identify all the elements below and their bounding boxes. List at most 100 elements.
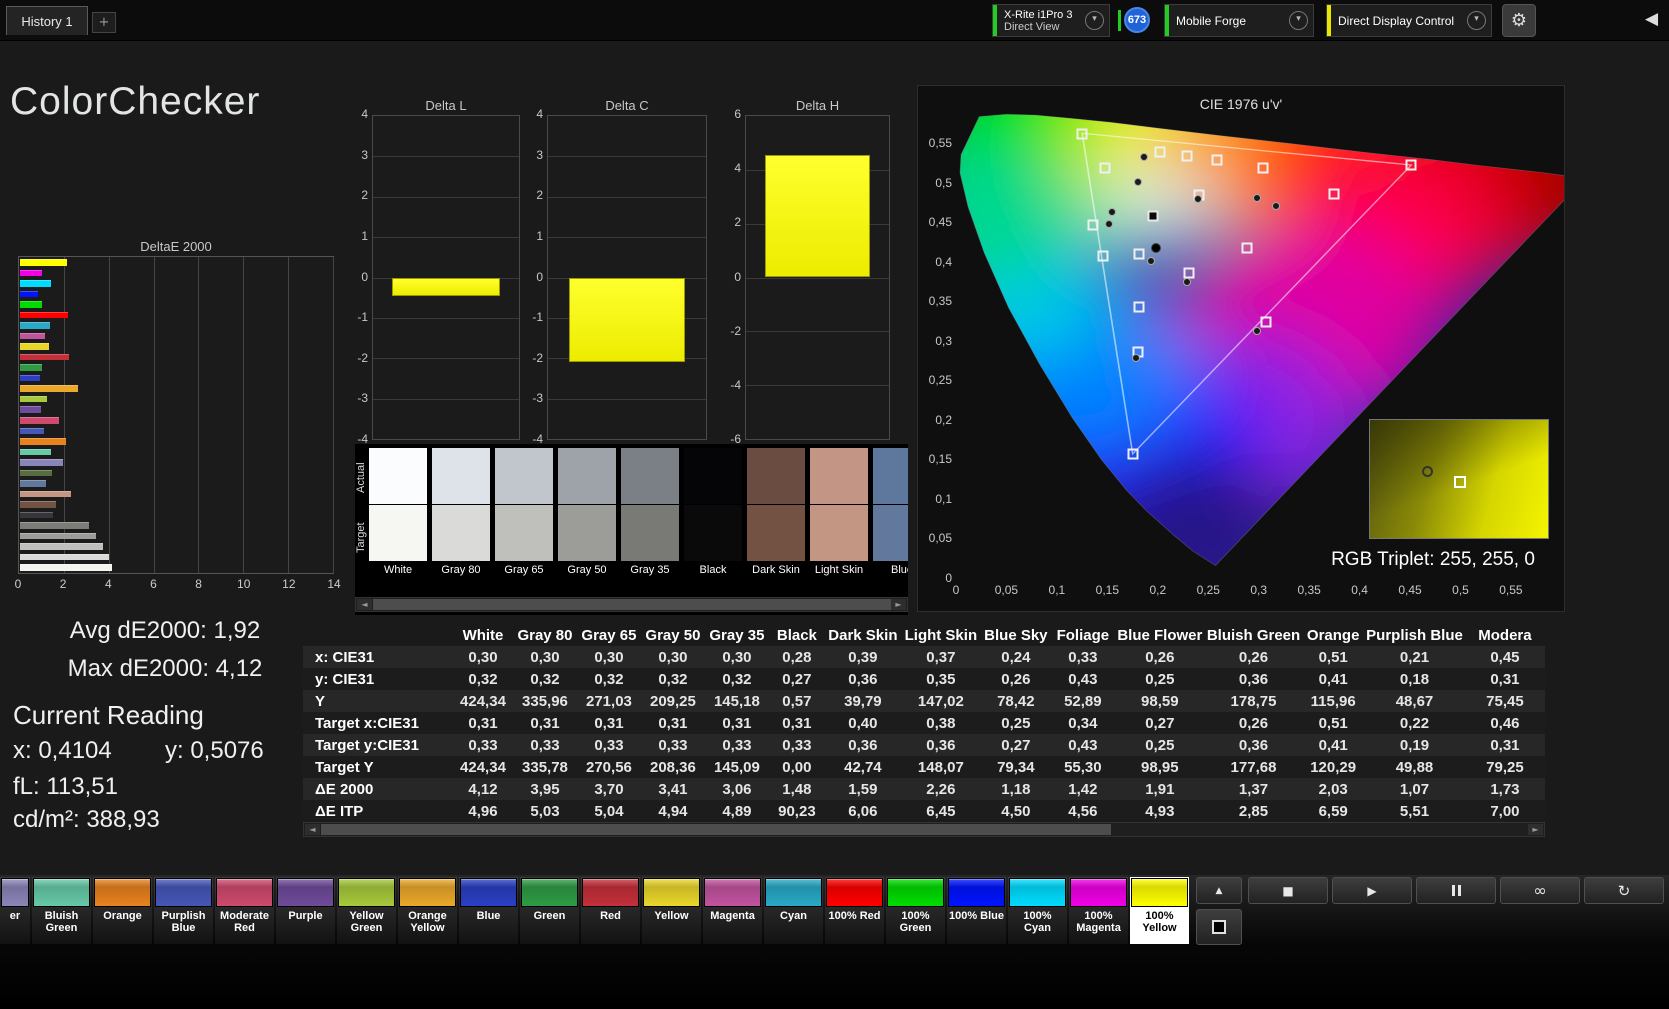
color-swatch-black[interactable]: Black [684, 448, 742, 576]
patch-button-100-magenta[interactable]: 100% Magenta [1069, 877, 1128, 944]
patch-button-100-cyan[interactable]: 100% Cyan [1008, 877, 1067, 944]
color-patch [704, 878, 761, 907]
table-cell: 0,31 [530, 714, 560, 732]
gridline [548, 398, 706, 400]
table-cell: 0,38 [926, 714, 956, 732]
table-cell: 0,25 [1145, 736, 1175, 754]
table-cell: 4,93 [1145, 802, 1175, 820]
table-cell: 0,32 [530, 670, 560, 688]
delta-h-axis: 6 4 2 0 -2 -4 -6 [713, 107, 741, 446]
color-swatch-gray-65[interactable]: Gray 65 [495, 448, 553, 576]
color-swatch-light-skin[interactable]: Light Skin [810, 448, 868, 576]
tab-history-1[interactable]: History 1 [6, 6, 88, 35]
table-scrollbar[interactable]: ◄ ► [303, 822, 1545, 837]
up-arrow-icon: ▲ [1215, 885, 1223, 896]
deltae-bar-blue-sky [20, 480, 47, 487]
color-patch [1131, 878, 1188, 907]
patch-button-100-blue[interactable]: 100% Blue [947, 877, 1006, 944]
gridline [373, 237, 519, 239]
swatch-label: Gray 65 [504, 564, 544, 576]
patch-button-moderate-red[interactable]: Moderate Red [215, 877, 274, 944]
patch-label: Purple [288, 910, 323, 922]
patch-button-purple[interactable]: Purple [276, 877, 335, 944]
color-swatch-gray-80[interactable]: Gray 80 [432, 448, 490, 576]
display-control-dropdown[interactable]: Direct Display Control ▾ [1326, 4, 1492, 37]
axis-tick-label: 0,05 [928, 531, 952, 546]
patch-button-cyan[interactable]: Cyan [764, 877, 823, 944]
color-swatch-blue[interactable]: Blue [873, 448, 908, 576]
window-mode-button[interactable] [1196, 909, 1242, 945]
table-header: Bluish Green [1206, 626, 1301, 644]
patch-button-bluish-green[interactable]: Bluish Green [32, 877, 91, 944]
color-swatch-gray-50[interactable]: Gray 50 [558, 448, 616, 576]
add-tab-button[interactable]: + [92, 12, 116, 33]
patch-button-purplish-blue[interactable]: Purplish Blue [154, 877, 213, 944]
collapse-left-icon[interactable]: ◀ [1645, 9, 1658, 29]
table-cell: 1,37 [1238, 780, 1269, 798]
table-cell: 1,73 [1490, 780, 1520, 798]
patch-button-row: er Bluish Green Orange Purplish Blue Moderat… [0, 877, 1191, 944]
swatch-actual [621, 448, 679, 504]
axis-tick-label: 0 [952, 583, 960, 597]
patch-button-100-green[interactable]: 100% Green [886, 877, 945, 944]
patch-button-er[interactable]: er [0, 877, 30, 944]
deltae-bar-black [20, 511, 54, 519]
meter-dropdown[interactable]: X-Rite i1Pro 3 Direct View ▾ [992, 4, 1110, 37]
table-cell: 0,30 [594, 648, 624, 666]
settings-button[interactable]: ⚙ [1502, 4, 1536, 37]
patch-label: Green [533, 910, 566, 922]
loop-button[interactable]: ↻ [1584, 877, 1664, 904]
patch-button-yellow[interactable]: Yellow [642, 877, 701, 944]
color-patch [277, 878, 334, 907]
patch-button-100-yellow[interactable]: 100% Yellow [1130, 877, 1189, 944]
patch-button-green[interactable]: Green [520, 877, 579, 944]
gridline [548, 156, 706, 158]
scroll-right-icon[interactable]: ► [891, 599, 906, 610]
swatch-scrollbar[interactable]: ◄ ► [355, 597, 908, 612]
table-cell: 115,96 [1310, 692, 1356, 710]
gridline [548, 237, 706, 239]
color-patch [826, 878, 883, 907]
scroll-right-icon[interactable]: ► [1528, 824, 1543, 835]
continuous-button[interactable]: ∞ [1500, 877, 1580, 904]
axis-tick-label: 8 [195, 577, 202, 591]
table-cell: 270,56 [586, 758, 632, 776]
axis-tick-label: 0,3 [1250, 583, 1268, 597]
table-cell: 424,34 [460, 758, 506, 776]
pause-button[interactable] [1416, 877, 1496, 904]
color-swatch-gray-35[interactable]: Gray 35 [621, 448, 679, 576]
axis-tick-label: 3 [361, 147, 368, 162]
scrollbar-thumb[interactable] [373, 599, 891, 610]
patch-button-orange-yellow[interactable]: Orange Yellow [398, 877, 457, 944]
row-label: Target Y [315, 758, 374, 776]
patch-button-magenta[interactable]: Magenta [703, 877, 762, 944]
table-cell: 0,31 [658, 714, 688, 732]
table-cell: 6,06 [848, 802, 878, 820]
expand-up-button[interactable]: ▲ [1196, 877, 1242, 904]
axis-tick-label: 0,3 [935, 333, 952, 348]
axis-tick-label: 0,5 [1452, 583, 1469, 597]
color-swatch-dark-skin[interactable]: Dark Skin [747, 448, 805, 576]
swatch-row: White Gray 80 Gray 65 Gray 50 Gray 35 Black Da… [369, 448, 908, 576]
axis-tick-label: 0,45 [928, 215, 952, 230]
axis-tick-label: 0,05 [994, 583, 1019, 597]
table-cell: 2,26 [926, 780, 956, 798]
patch-count-badge[interactable]: 673 [1124, 7, 1150, 33]
source-dropdown[interactable]: Mobile Forge ▾ [1164, 4, 1314, 37]
deltae-bar-100-cyan [20, 280, 52, 287]
table-cell: 271,03 [586, 692, 632, 710]
color-swatch-white[interactable]: White [369, 448, 427, 576]
play-button[interactable]: ▶ [1332, 877, 1412, 904]
patch-button-red[interactable]: Red [581, 877, 640, 944]
patch-button-100-red[interactable]: 100% Red [825, 877, 884, 944]
stop-button[interactable]: ■ [1248, 877, 1328, 904]
scroll-left-icon[interactable]: ◄ [305, 824, 320, 835]
patch-button-yellow-green[interactable]: Yellow Green [337, 877, 396, 944]
scrollbar-thumb[interactable] [321, 824, 1111, 835]
patch-button-orange[interactable]: Orange [93, 877, 152, 944]
scroll-left-icon[interactable]: ◄ [357, 599, 372, 610]
patch-button-blue[interactable]: Blue [459, 877, 518, 944]
swatch-label: Gray 35 [630, 564, 670, 576]
table-header: Black [776, 626, 817, 644]
table-header: Dark Skin [828, 626, 898, 644]
